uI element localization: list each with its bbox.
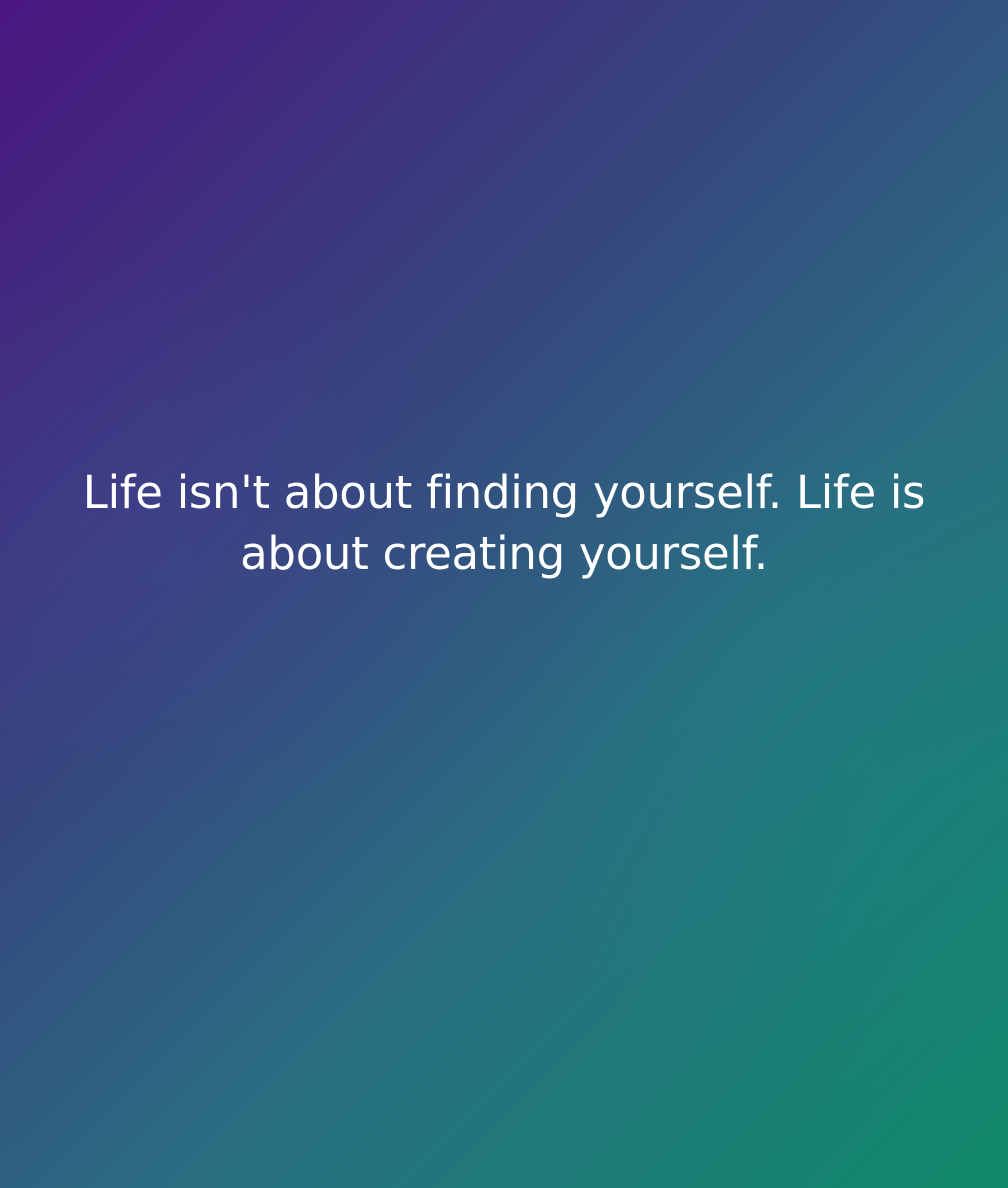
quote-container: Life isn't about finding yourself. Life … bbox=[60, 462, 948, 584]
quote-text: Life isn't about finding yourself. Life … bbox=[82, 466, 926, 580]
quote-card: Life isn't about finding yourself. Life … bbox=[0, 0, 1008, 1188]
